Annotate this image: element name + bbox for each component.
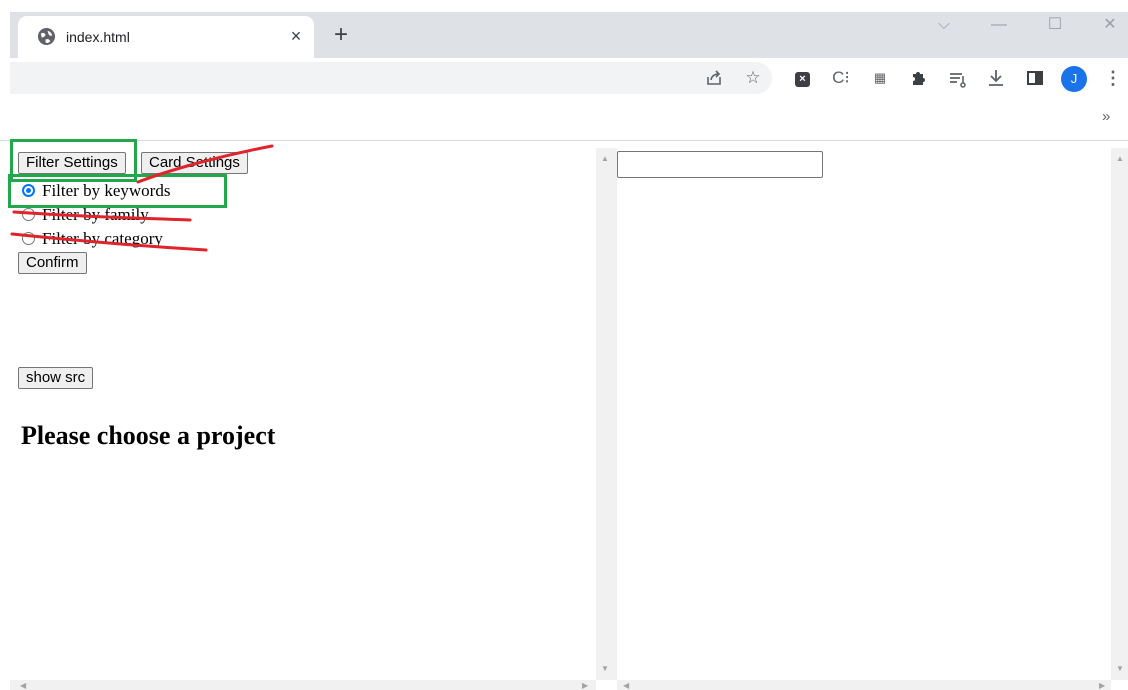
show-src-button[interactable]: show src	[18, 367, 94, 389]
radio-label-category: Filter by category	[42, 229, 163, 248]
right-horizontal-scrollbar[interactable]: ◀ ▶	[617, 680, 1111, 690]
tab-search-chevron-icon[interactable]: ⌵	[929, 13, 959, 37]
scroll-down-arrow-icon[interactable]: ▼	[601, 664, 609, 673]
side-panel-icon[interactable]	[1021, 64, 1049, 92]
profile-avatar[interactable]: J	[1061, 66, 1087, 92]
share-icon[interactable]	[700, 64, 728, 92]
left-frame: Filter Settings Card Settings Filter by …	[0, 141, 596, 690]
extension-x-icon[interactable]: ×	[795, 72, 810, 87]
right-frame-text-input[interactable]	[617, 151, 823, 178]
card-settings-button[interactable]: Card Settings	[141, 152, 248, 174]
browser-toolbar: ☆ C⁝ ▦ ⋮	[0, 58, 1128, 98]
confirm-button[interactable]: Confirm	[18, 252, 87, 274]
globe-icon	[37, 27, 56, 46]
scroll-left-arrow-icon[interactable]: ◀	[20, 681, 26, 690]
browser-menu-icon[interactable]: ⋮	[1099, 64, 1127, 92]
radio-family[interactable]	[22, 208, 35, 221]
reading-list-icon[interactable]	[943, 64, 971, 92]
right-scroll-down-arrow-icon[interactable]: ▼	[1116, 664, 1124, 673]
window-close-icon[interactable]: ✕	[1095, 13, 1125, 37]
right-vertical-scrollbar[interactable]: ▲ ▼	[1111, 148, 1128, 680]
right-scroll-right-arrow-icon[interactable]: ▶	[1099, 681, 1105, 690]
page-heading: Please choose a project	[21, 421, 276, 450]
radio-category[interactable]	[22, 232, 35, 245]
extension-c-icon[interactable]: C⁝	[827, 64, 855, 92]
tab-close-icon[interactable]: ×	[284, 24, 308, 48]
radio-label-family: Filter by family	[42, 205, 149, 224]
tab-strip: index.html × + ⌵ — ☐ ✕	[0, 0, 1128, 58]
puzzle-icon[interactable]	[904, 64, 932, 92]
star-icon[interactable]: ☆	[739, 64, 767, 92]
right-scroll-left-arrow-icon[interactable]: ◀	[623, 681, 629, 690]
browser-tab[interactable]: index.html ×	[18, 16, 314, 58]
left-horizontal-scrollbar[interactable]: ◀ ▶	[10, 680, 596, 690]
bookmarks-overflow-icon[interactable]: »	[1102, 108, 1110, 125]
left-vertical-scrollbar[interactable]: ▲ ▼	[596, 148, 617, 680]
scroll-right-arrow-icon[interactable]: ▶	[582, 681, 588, 690]
bookmarks-bar: »	[0, 98, 1128, 141]
radio-keywords[interactable]	[22, 184, 35, 197]
minimize-icon[interactable]: —	[984, 13, 1014, 37]
download-icon[interactable]	[982, 64, 1010, 92]
extension-sheet-icon[interactable]: ▦	[866, 64, 894, 92]
address-bar[interactable]	[10, 62, 772, 94]
radio-label-keywords: Filter by keywords	[42, 181, 171, 200]
maximize-icon[interactable]: ☐	[1040, 13, 1070, 37]
new-tab-icon[interactable]: +	[328, 22, 354, 48]
scroll-up-arrow-icon[interactable]: ▲	[601, 154, 609, 163]
tab-title: index.html	[66, 29, 130, 45]
right-scroll-up-arrow-icon[interactable]: ▲	[1116, 154, 1124, 163]
filter-settings-button[interactable]: Filter Settings	[18, 152, 126, 174]
